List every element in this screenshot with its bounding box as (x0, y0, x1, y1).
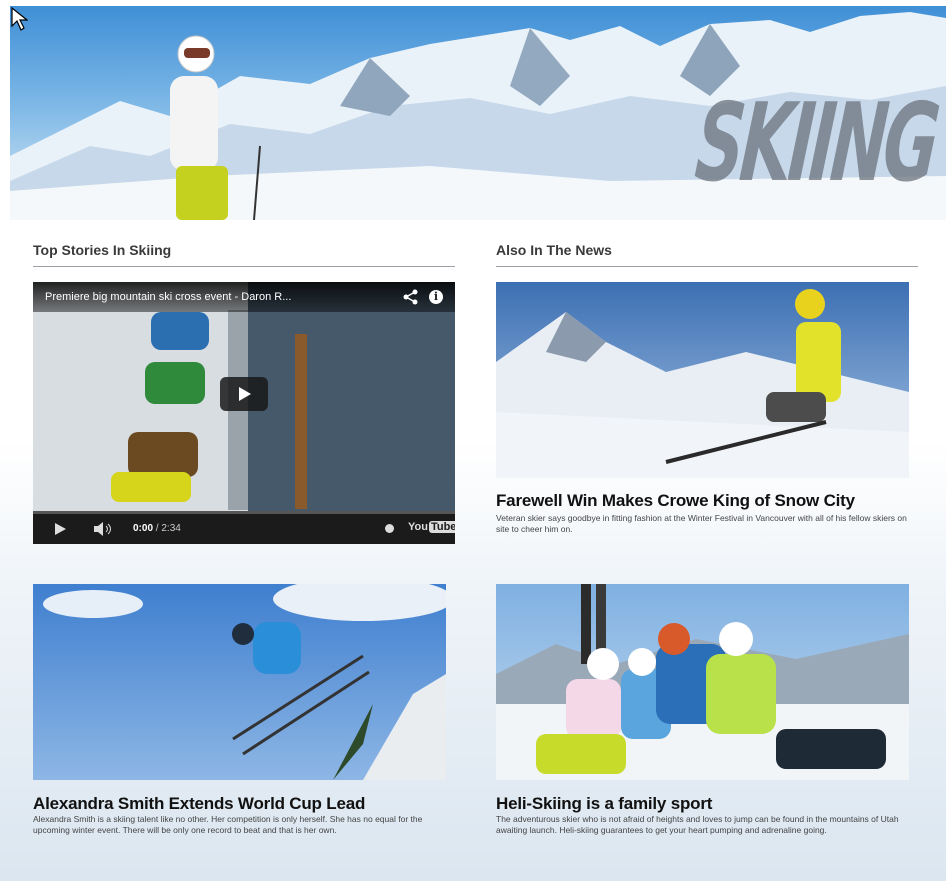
play-control-icon[interactable] (55, 523, 66, 535)
settings-icon[interactable] (385, 524, 394, 533)
section-title-also-in-news: Also In The News (496, 242, 918, 267)
story-title[interactable]: Alexandra Smith Extends World Cup Lead (33, 794, 365, 814)
story-title[interactable]: Farewell Win Makes Crowe King of Snow Ci… (496, 491, 855, 511)
story-image-heli-skiing[interactable] (496, 584, 909, 780)
section-title-top-stories: Top Stories In Skiing (33, 242, 455, 267)
youtube-logo-you: You (408, 521, 428, 533)
story-image-alexandra[interactable] (33, 584, 446, 780)
volume-icon[interactable] (93, 522, 115, 536)
story-description: Alexandra Smith is a skiing talent like … (33, 814, 423, 835)
story-description: Veteran skier says goodbye in fitting fa… (496, 513, 907, 534)
family-photo (496, 584, 909, 780)
video-title[interactable]: Premiere big mountain ski cross event - … (33, 282, 455, 312)
skier-jacket (170, 76, 218, 171)
video-time: 0:00 / 2:34 (133, 523, 181, 534)
story-image-crowe[interactable] (496, 282, 909, 478)
skier-pants (176, 166, 228, 220)
video-controls: 0:00 / 2:34 You Tube (33, 514, 455, 544)
story-title[interactable]: Heli-Skiing is a family sport (496, 794, 712, 814)
share-icon[interactable] (403, 289, 419, 305)
play-button[interactable] (220, 377, 268, 411)
mouse-cursor-icon (11, 6, 28, 31)
video-player[interactable]: Premiere big mountain ski cross event - … (33, 282, 455, 544)
youtube-logo-tube: Tube (428, 521, 455, 533)
info-icon[interactable]: i (429, 290, 443, 304)
alexandra-photo (33, 584, 446, 780)
hero-word: SKIING (691, 81, 941, 206)
duration: / 2:34 (155, 523, 181, 534)
youtube-logo[interactable]: You Tube (408, 521, 455, 533)
current-time: 0:00 (133, 523, 154, 534)
story-description: The adventurous skier who is not afraid … (496, 814, 899, 835)
hero-banner: SKIING (10, 6, 946, 220)
crowe-photo (496, 282, 909, 478)
